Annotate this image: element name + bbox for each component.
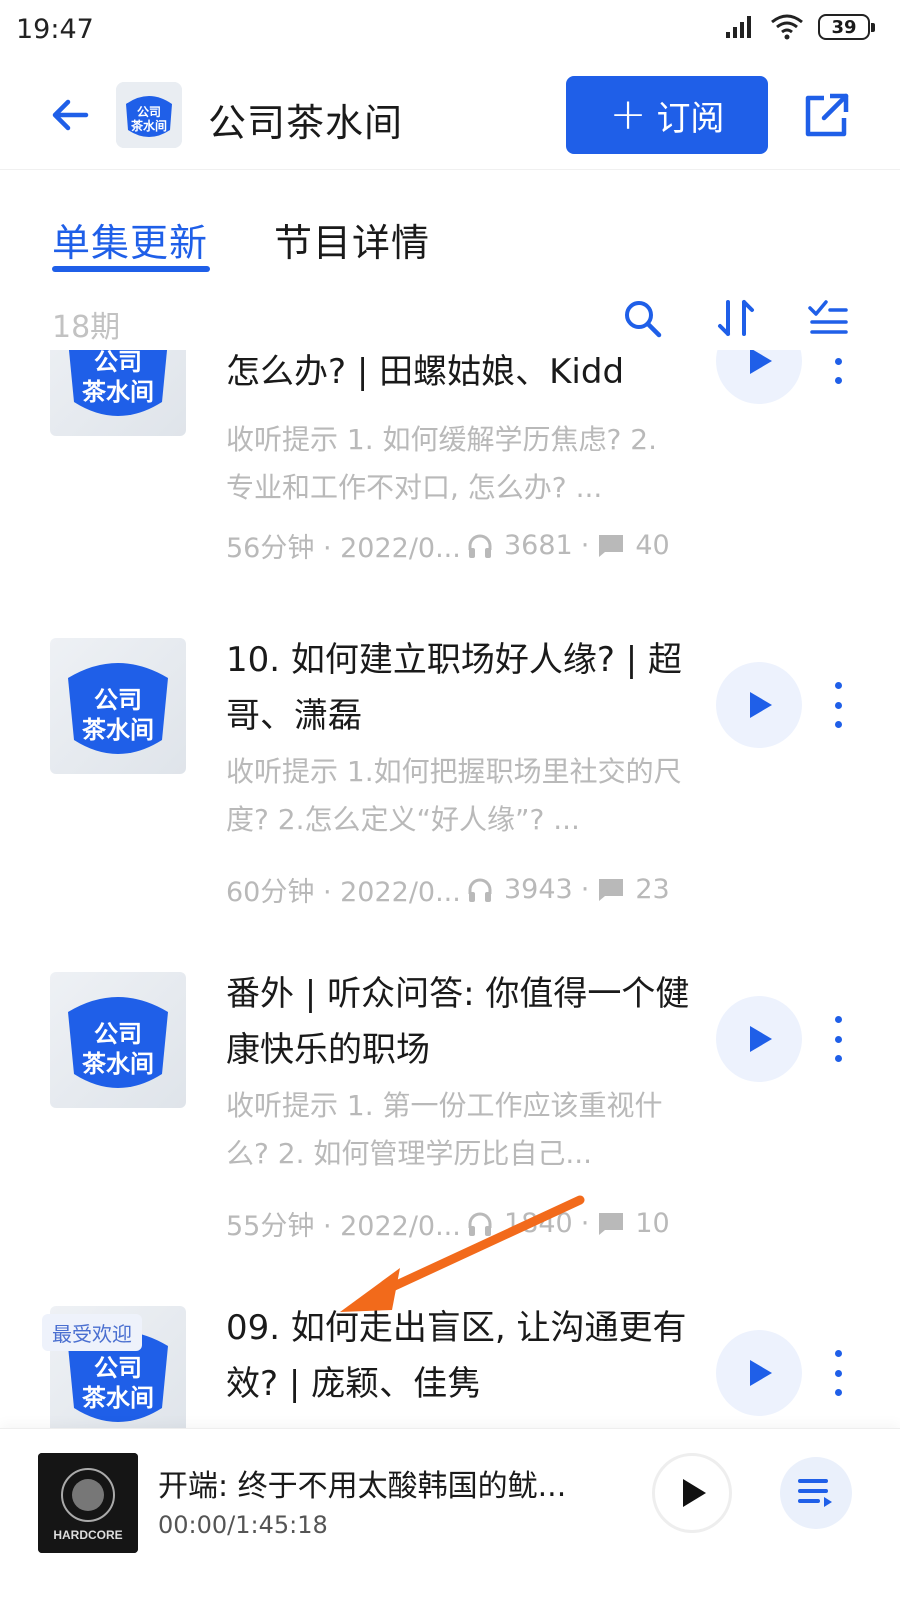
episode-cover-art: 公司 茶水间 bbox=[68, 350, 168, 416]
battery-icon: 39 bbox=[818, 14, 875, 40]
logo-text-line1: 公司 bbox=[137, 105, 161, 119]
play-button[interactable] bbox=[716, 662, 802, 748]
episode-title: 番外 | 听众问答: 你值得一个健康快乐的职场 bbox=[226, 974, 690, 1070]
list-item[interactable]: 公司 茶水间 10. 如何建立职场好人缘? | 超哥、潇磊 收听提示 1.如何把… bbox=[0, 638, 900, 978]
now-playing-cover-text: HARDCORE bbox=[53, 1528, 122, 1542]
signal-icon bbox=[726, 16, 751, 38]
more-options-button[interactable] bbox=[826, 682, 850, 728]
now-playing-title: 开端: 终于不用太酸韩国的鱿... bbox=[158, 1469, 567, 1504]
wifi-icon bbox=[771, 14, 803, 40]
playlist-button[interactable] bbox=[780, 1457, 852, 1529]
cover-text-line2: 茶水间 bbox=[82, 1385, 154, 1412]
logo-text-line2: 茶水间 bbox=[130, 118, 167, 133]
episode-duration-date: 55分钟 · 2022/0... bbox=[226, 1211, 461, 1242]
plus-icon: + bbox=[609, 89, 647, 140]
episode-cover: 公司 茶水间 bbox=[50, 350, 186, 436]
episode-meta: 60分钟 · 2022/0... 3943 · 23 bbox=[226, 870, 696, 909]
comment-count: 40 bbox=[635, 530, 670, 561]
now-playing-time: 00:00/1:45:18 bbox=[158, 1511, 328, 1539]
episode-cover-art: 公司 茶水间 bbox=[68, 997, 168, 1088]
episode-duration-date: 60分钟 · 2022/0... bbox=[226, 877, 461, 908]
cover-text-line2: 茶水间 bbox=[82, 379, 154, 406]
cover-text-line1: 公司 bbox=[94, 687, 142, 714]
arrow-left-icon[interactable] bbox=[46, 90, 96, 140]
tab-details[interactable]: 节目详情 bbox=[274, 212, 430, 267]
now-playing-cover-art: HARDCORE bbox=[38, 1453, 138, 1553]
podcast-title: 公司茶水间 bbox=[208, 101, 404, 145]
cover-text-line1: 公司 bbox=[94, 1355, 142, 1382]
comment-icon bbox=[599, 1212, 624, 1235]
meta-separator: · bbox=[580, 874, 590, 905]
episode-list: 公司 茶水间 怎么办? | 田螺姑娘、Kidd 收听提示 1. 如何缓解学历焦虑… bbox=[0, 350, 900, 1450]
comment-count: 10 bbox=[635, 1208, 670, 1239]
headphones-icon bbox=[468, 534, 492, 558]
episode-meta: 56分钟 · 2022/0... 3681 · 40 bbox=[226, 526, 696, 565]
cover-text-line1: 公司 bbox=[94, 350, 142, 376]
list-item[interactable]: 公司 茶水间 番外 | 听众问答: 你值得一个健康快乐的职场 收听提示 1. 第… bbox=[0, 972, 900, 1312]
episode-title: 怎么办? | 田螺姑娘、Kidd bbox=[226, 352, 625, 392]
play-icon bbox=[750, 350, 772, 374]
mini-player[interactable]: HARDCORE 开端: 终于不用太酸韩国的鱿... 00:00/1:45:18 bbox=[0, 1428, 900, 1600]
episode-description: 收听提示 1.如何把握职场里社交的尺度? 2.怎么定义“好人缘”? ... bbox=[226, 755, 682, 836]
play-icon bbox=[683, 1479, 706, 1507]
tab-episodes[interactable]: 单集更新 bbox=[52, 212, 208, 267]
episode-cover: 公司 茶水间 bbox=[50, 972, 186, 1108]
play-count: 3681 bbox=[504, 530, 573, 561]
play-icon bbox=[750, 692, 772, 718]
play-button[interactable] bbox=[716, 996, 802, 1082]
active-tab-indicator bbox=[52, 266, 210, 272]
episode-title: 09. 如何走出盲区, 让沟通更有效? | 庞颖、佳隽 bbox=[226, 1308, 687, 1404]
subscribe-label: 订阅 bbox=[656, 98, 725, 139]
meta-separator: · bbox=[580, 1208, 590, 1239]
share-icon[interactable] bbox=[800, 88, 854, 142]
cover-text-line1: 公司 bbox=[94, 1021, 142, 1048]
comment-count: 23 bbox=[635, 874, 670, 905]
top-app-bar: 公司 茶水间 公司茶水间 + 订阅 bbox=[0, 62, 900, 170]
episode-cover-art: 公司 茶水间 bbox=[68, 663, 168, 754]
headphones-icon bbox=[468, 878, 492, 902]
episode-title: 10. 如何建立职场好人缘? | 超哥、潇磊 bbox=[226, 640, 682, 736]
cover-text-line2: 茶水间 bbox=[82, 717, 154, 744]
play-button[interactable] bbox=[716, 1330, 802, 1416]
status-bar: 19:47 39 bbox=[0, 0, 900, 62]
status-icons: 39 bbox=[724, 14, 875, 40]
meta-separator: · bbox=[580, 530, 590, 561]
now-playing-cover: HARDCORE bbox=[38, 1453, 138, 1553]
play-icon bbox=[750, 1026, 772, 1052]
headphones-icon bbox=[468, 1212, 492, 1236]
sort-icon[interactable] bbox=[714, 296, 758, 340]
subscribe-button[interactable]: + 订阅 bbox=[566, 76, 768, 154]
play-icon bbox=[750, 1360, 772, 1386]
status-time: 19:47 bbox=[16, 14, 94, 45]
episode-meta: 55分钟 · 2022/0... 1840 · 10 bbox=[226, 1204, 696, 1243]
comment-icon bbox=[599, 878, 624, 901]
episode-duration-date: 56分钟 · 2022/0... bbox=[226, 533, 461, 564]
episode-description: 收听提示 1. 第一份工作应该重视什么? 2. 如何管理学历比自己... bbox=[226, 1089, 663, 1170]
podcast-logo: 公司 茶水间 bbox=[116, 82, 182, 148]
more-options-button[interactable] bbox=[826, 1016, 850, 1062]
podcast-logo-art: 公司 茶水间 bbox=[116, 82, 182, 148]
play-count: 1840 bbox=[504, 1208, 573, 1239]
episode-description: 收听提示 1. 如何缓解学历焦虑? 2. 专业和工作不对口, 怎么办? ... bbox=[226, 423, 657, 504]
episode-count: 18期 bbox=[52, 310, 121, 345]
list-item[interactable]: 公司 茶水间 怎么办? | 田螺姑娘、Kidd 收听提示 1. 如何缓解学历焦虑… bbox=[0, 350, 900, 680]
play-button[interactable] bbox=[716, 350, 802, 404]
cover-text-line2: 茶水间 bbox=[82, 1051, 154, 1078]
playlist-icon bbox=[798, 1479, 832, 1507]
battery-level: 39 bbox=[831, 16, 857, 38]
search-icon[interactable] bbox=[620, 296, 664, 340]
episode-cover: 公司 茶水间 bbox=[50, 638, 186, 774]
mini-play-button[interactable] bbox=[652, 1453, 732, 1533]
more-options-button[interactable] bbox=[826, 350, 850, 384]
comment-icon bbox=[599, 534, 624, 557]
most-popular-badge: 最受欢迎 bbox=[42, 1314, 142, 1351]
filter-list-icon[interactable] bbox=[806, 296, 850, 340]
more-options-button[interactable] bbox=[826, 1350, 850, 1396]
play-count: 3943 bbox=[504, 874, 573, 905]
